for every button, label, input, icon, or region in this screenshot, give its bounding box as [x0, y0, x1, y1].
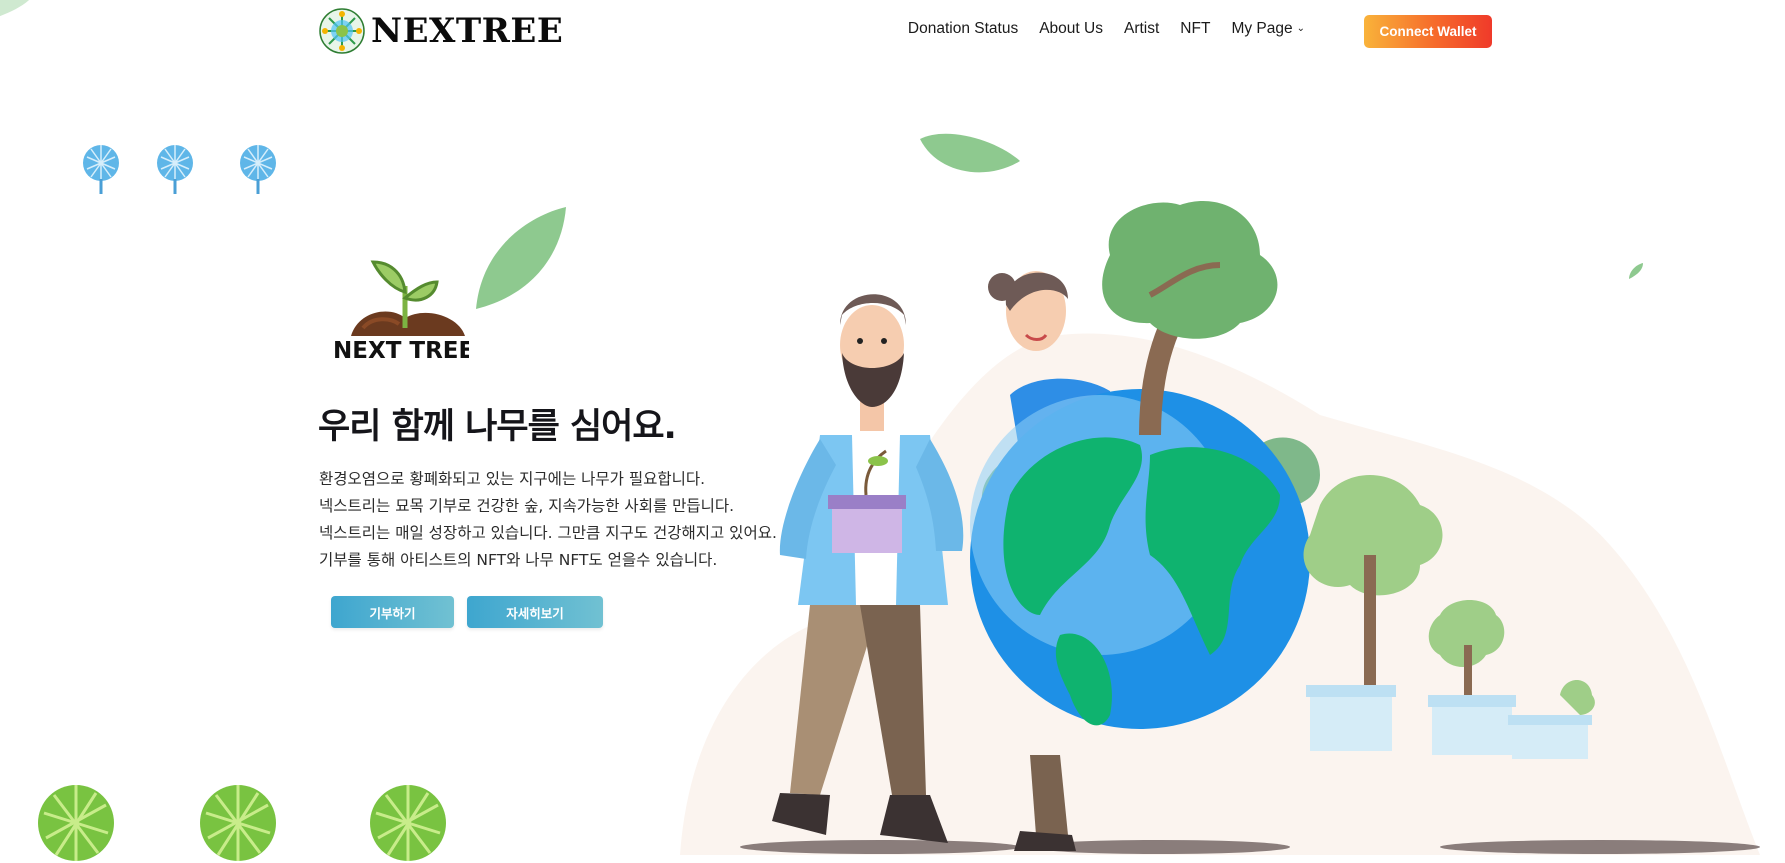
hero-illustration [680, 200, 1760, 855]
blue-tree-icon [83, 145, 119, 194]
nav-nft[interactable]: NFT [1180, 20, 1210, 38]
green-tree-icon [38, 785, 114, 861]
green-tree-icon [370, 785, 446, 861]
leaf-decoration [920, 133, 1020, 173]
nav-my-page[interactable]: My Page ⌄ [1231, 20, 1305, 38]
nav-my-page-label: My Page [1231, 20, 1293, 37]
logo-text: NEXT TREE [333, 338, 469, 362]
brand-logo-icon [319, 8, 365, 54]
leaf-decoration [476, 207, 566, 309]
connect-wallet-button[interactable]: Connect Wallet [1364, 15, 1492, 48]
blue-tree-icon [157, 145, 193, 194]
chevron-down-icon: ⌄ [1296, 23, 1305, 34]
donate-button[interactable]: 기부하기 [331, 596, 454, 628]
blue-tree-icon [240, 145, 276, 194]
hero-headline: 우리 함께 나무를 심어요. [318, 407, 677, 447]
learn-more-button[interactable]: 자세히보기 [467, 596, 603, 628]
nav-about-us[interactable]: About Us [1039, 20, 1103, 38]
nav-donation-status[interactable]: Donation Status [908, 20, 1018, 38]
corner-leaf-decoration [0, 0, 30, 17]
sprout-logo-icon: NEXT TREE [333, 260, 469, 362]
brand-name: NEXTREE [371, 11, 564, 51]
green-tree-icon [200, 785, 276, 861]
brand-logo[interactable]: NEXTREE [319, 8, 563, 54]
main-nav: Donation Status About Us Artist NFT My P… [908, 20, 1305, 38]
nav-artist[interactable]: Artist [1124, 20, 1159, 38]
